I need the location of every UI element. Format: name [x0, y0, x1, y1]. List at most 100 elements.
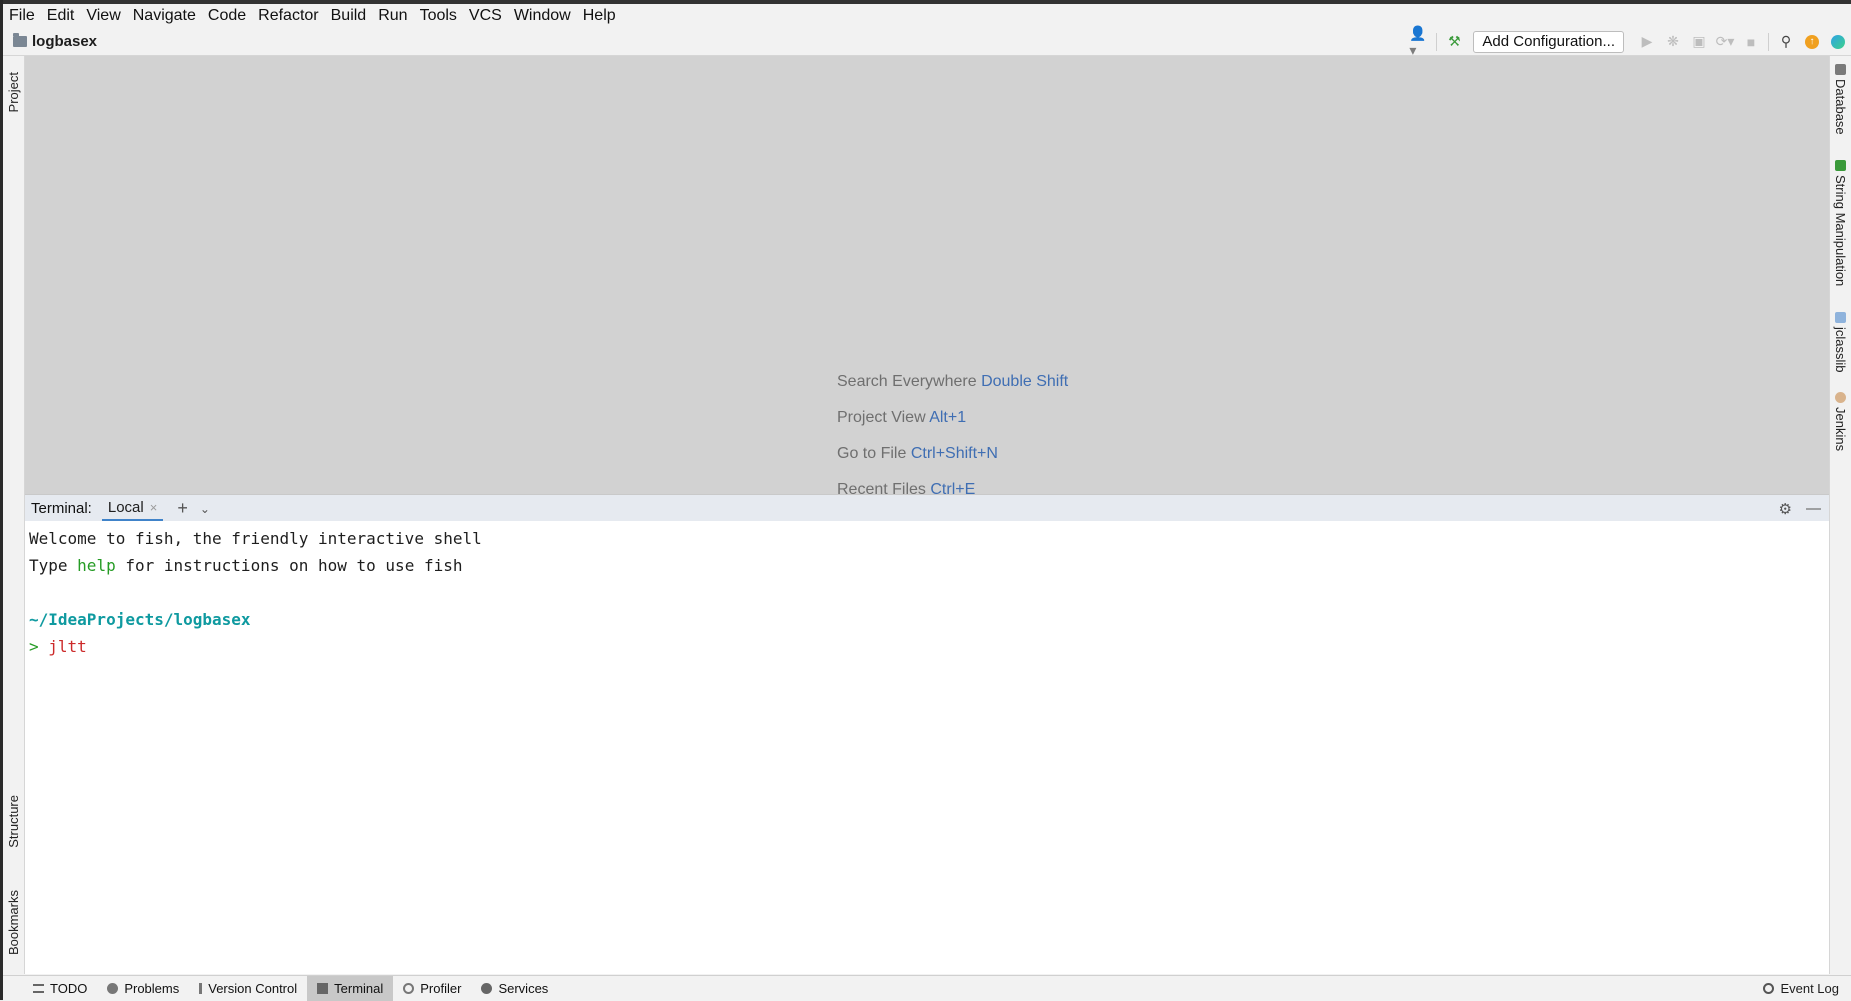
tool-button-label: Event Log	[1780, 981, 1839, 996]
type-suffix: for instructions on how to use fish	[115, 556, 463, 575]
terminal-line: Welcome to fish, the friendly interactiv…	[29, 525, 1829, 552]
terminal-icon	[317, 983, 329, 994]
jclasslib-icon	[1835, 312, 1846, 323]
ide-window: File Edit View Navigate Code Refactor Bu…	[0, 0, 1851, 1001]
tool-button-label: Version Control	[208, 981, 298, 996]
tool-button-label: Terminal	[334, 981, 384, 996]
tool-tab-jclasslib[interactable]: jclasslib	[1830, 312, 1851, 373]
minimize-icon[interactable]: —	[1806, 500, 1821, 517]
tool-tab-jenkins-label: Jenkins	[1833, 407, 1848, 452]
menu-code[interactable]: Code	[202, 7, 252, 25]
menu-file[interactable]: File	[3, 7, 41, 25]
tool-tab-structure-label: Structure	[6, 794, 21, 848]
add-configuration-button[interactable]: Add Configuration...	[1473, 30, 1624, 53]
tool-tab-project-label: Project	[6, 71, 21, 113]
stop-icon[interactable]: ■	[1741, 32, 1761, 52]
welcome-text: Welcome to fish, the friendly interactiv…	[29, 529, 482, 548]
breadcrumb[interactable]: logbasex	[3, 33, 97, 50]
tool-tab-project[interactable]: Project	[3, 62, 24, 122]
tool-tab-database[interactable]: Database	[1830, 64, 1851, 135]
terminal-output[interactable]: Welcome to fish, the friendly interactiv…	[25, 521, 1829, 974]
menu-navigate[interactable]: Navigate	[127, 7, 202, 25]
editor-hints: Search Everywhere Double Shift Project V…	[837, 364, 1068, 508]
run-icon[interactable]: ▶	[1637, 32, 1657, 52]
terminal-tab-label: Local	[107, 498, 144, 516]
tool-button-problems[interactable]: Problems	[97, 976, 189, 1001]
toolbar-separator	[1436, 32, 1438, 51]
chevron-down-icon[interactable]: ⌄	[200, 502, 210, 516]
project-name: logbasex	[32, 33, 98, 50]
search-icon[interactable]: ⚲	[1776, 32, 1796, 52]
toolbar: 👤▾ ⚒ Add Configuration... ▶ ❋ ▣ ⟳▾ ■ ⚲ ↑	[1406, 25, 1851, 58]
tool-window-bar: TODO Problems Version Control Terminal P…	[3, 975, 1851, 1001]
menu-refactor[interactable]: Refactor	[252, 7, 324, 25]
tool-tab-string-manipulation[interactable]: String Manipulation	[1830, 160, 1851, 286]
terminal-prompt-line: > jltt	[29, 633, 1829, 660]
tool-tab-bookmarks-label: Bookmarks	[6, 890, 21, 956]
problems-icon	[107, 983, 119, 994]
tool-button-version-control[interactable]: Version Control	[189, 976, 307, 1001]
menu-view[interactable]: View	[80, 7, 126, 25]
database-icon	[1835, 64, 1846, 75]
coverage-icon[interactable]: ▣	[1689, 32, 1709, 52]
terminal-title: Terminal:	[31, 500, 92, 517]
menu-build[interactable]: Build	[325, 7, 373, 25]
menu-window[interactable]: Window	[508, 7, 577, 25]
editor-empty-area: Search Everywhere Double Shift Project V…	[25, 56, 1829, 498]
hint-shortcut: Ctrl+Shift+N	[910, 445, 998, 462]
plugin-logo-icon[interactable]	[1828, 32, 1848, 52]
speech-bubble-icon	[1763, 983, 1775, 994]
hint-search-everywhere: Search Everywhere Double Shift	[837, 364, 1068, 400]
tool-button-profiler[interactable]: Profiler	[393, 976, 471, 1001]
terminal-line: ~/IdeaProjects/logbasex	[29, 606, 1829, 633]
menu-run[interactable]: Run	[372, 7, 413, 25]
update-icon[interactable]: ↑	[1802, 32, 1822, 52]
folder-icon	[13, 33, 27, 47]
build-hammer-icon[interactable]: ⚒	[1444, 32, 1464, 52]
menu-vcs[interactable]: VCS	[463, 7, 508, 25]
hint-shortcut: Alt+1	[929, 409, 967, 426]
current-path: ~/IdeaProjects/logbasex	[29, 610, 251, 629]
terminal-line: Type help for instructions on how to use…	[29, 552, 1829, 579]
pencil-icon	[1835, 160, 1846, 171]
tool-tab-bookmarks[interactable]: Bookmarks	[3, 883, 24, 963]
profile-icon[interactable]: ⟳▾	[1715, 32, 1735, 52]
add-tab-icon[interactable]: +	[177, 498, 188, 519]
services-icon	[481, 983, 493, 994]
tool-tab-database-label: Database	[1833, 79, 1848, 135]
menu-tools[interactable]: Tools	[414, 7, 463, 25]
tool-button-terminal[interactable]: Terminal	[307, 976, 394, 1001]
list-icon	[33, 984, 44, 993]
help-command: help	[77, 556, 116, 575]
navigation-bar: logbasex 👤▾ ⚒ Add Configuration... ▶ ❋ ▣…	[3, 25, 1851, 58]
tool-tab-jclasslib-label: jclasslib	[1833, 327, 1848, 373]
profiler-icon	[403, 983, 415, 994]
menu-help[interactable]: Help	[577, 7, 622, 25]
user-icon[interactable]: 👤▾	[1409, 25, 1429, 58]
debug-icon[interactable]: ❋	[1663, 32, 1683, 52]
tool-button-label: TODO	[50, 981, 88, 996]
tool-button-label: Services	[498, 981, 549, 996]
terminal-header: Terminal: Local × + ⌄ ⚙ —	[25, 494, 1829, 523]
left-tool-strip: Project Structure Bookmarks	[3, 56, 25, 974]
tool-tab-string-manipulation-label: String Manipulation	[1833, 175, 1848, 287]
tool-button-label: Problems	[124, 981, 180, 996]
hint-label: Project View	[837, 409, 926, 426]
hint-label: Search Everywhere	[837, 373, 977, 390]
tool-button-todo[interactable]: TODO	[23, 976, 97, 1001]
terminal-tab-local[interactable]: Local ×	[101, 495, 164, 522]
menu-bar: File Edit View Navigate Code Refactor Bu…	[3, 4, 1851, 28]
tool-button-services[interactable]: Services	[471, 976, 558, 1001]
gear-icon[interactable]: ⚙	[1779, 500, 1792, 518]
right-tool-strip: Database String Manipulation jclasslib J…	[1829, 56, 1851, 974]
menu-edit[interactable]: Edit	[41, 7, 81, 25]
hint-project-view: Project View Alt+1	[837, 400, 1068, 436]
tool-button-event-log[interactable]: Event Log	[1763, 976, 1839, 1001]
branch-icon	[199, 983, 203, 994]
tool-tab-jenkins[interactable]: Jenkins	[1830, 392, 1851, 451]
toolbar-separator	[1768, 32, 1769, 51]
tool-tab-structure[interactable]: Structure	[3, 786, 24, 856]
close-icon[interactable]: ×	[150, 500, 158, 515]
type-prefix: Type	[29, 556, 78, 575]
